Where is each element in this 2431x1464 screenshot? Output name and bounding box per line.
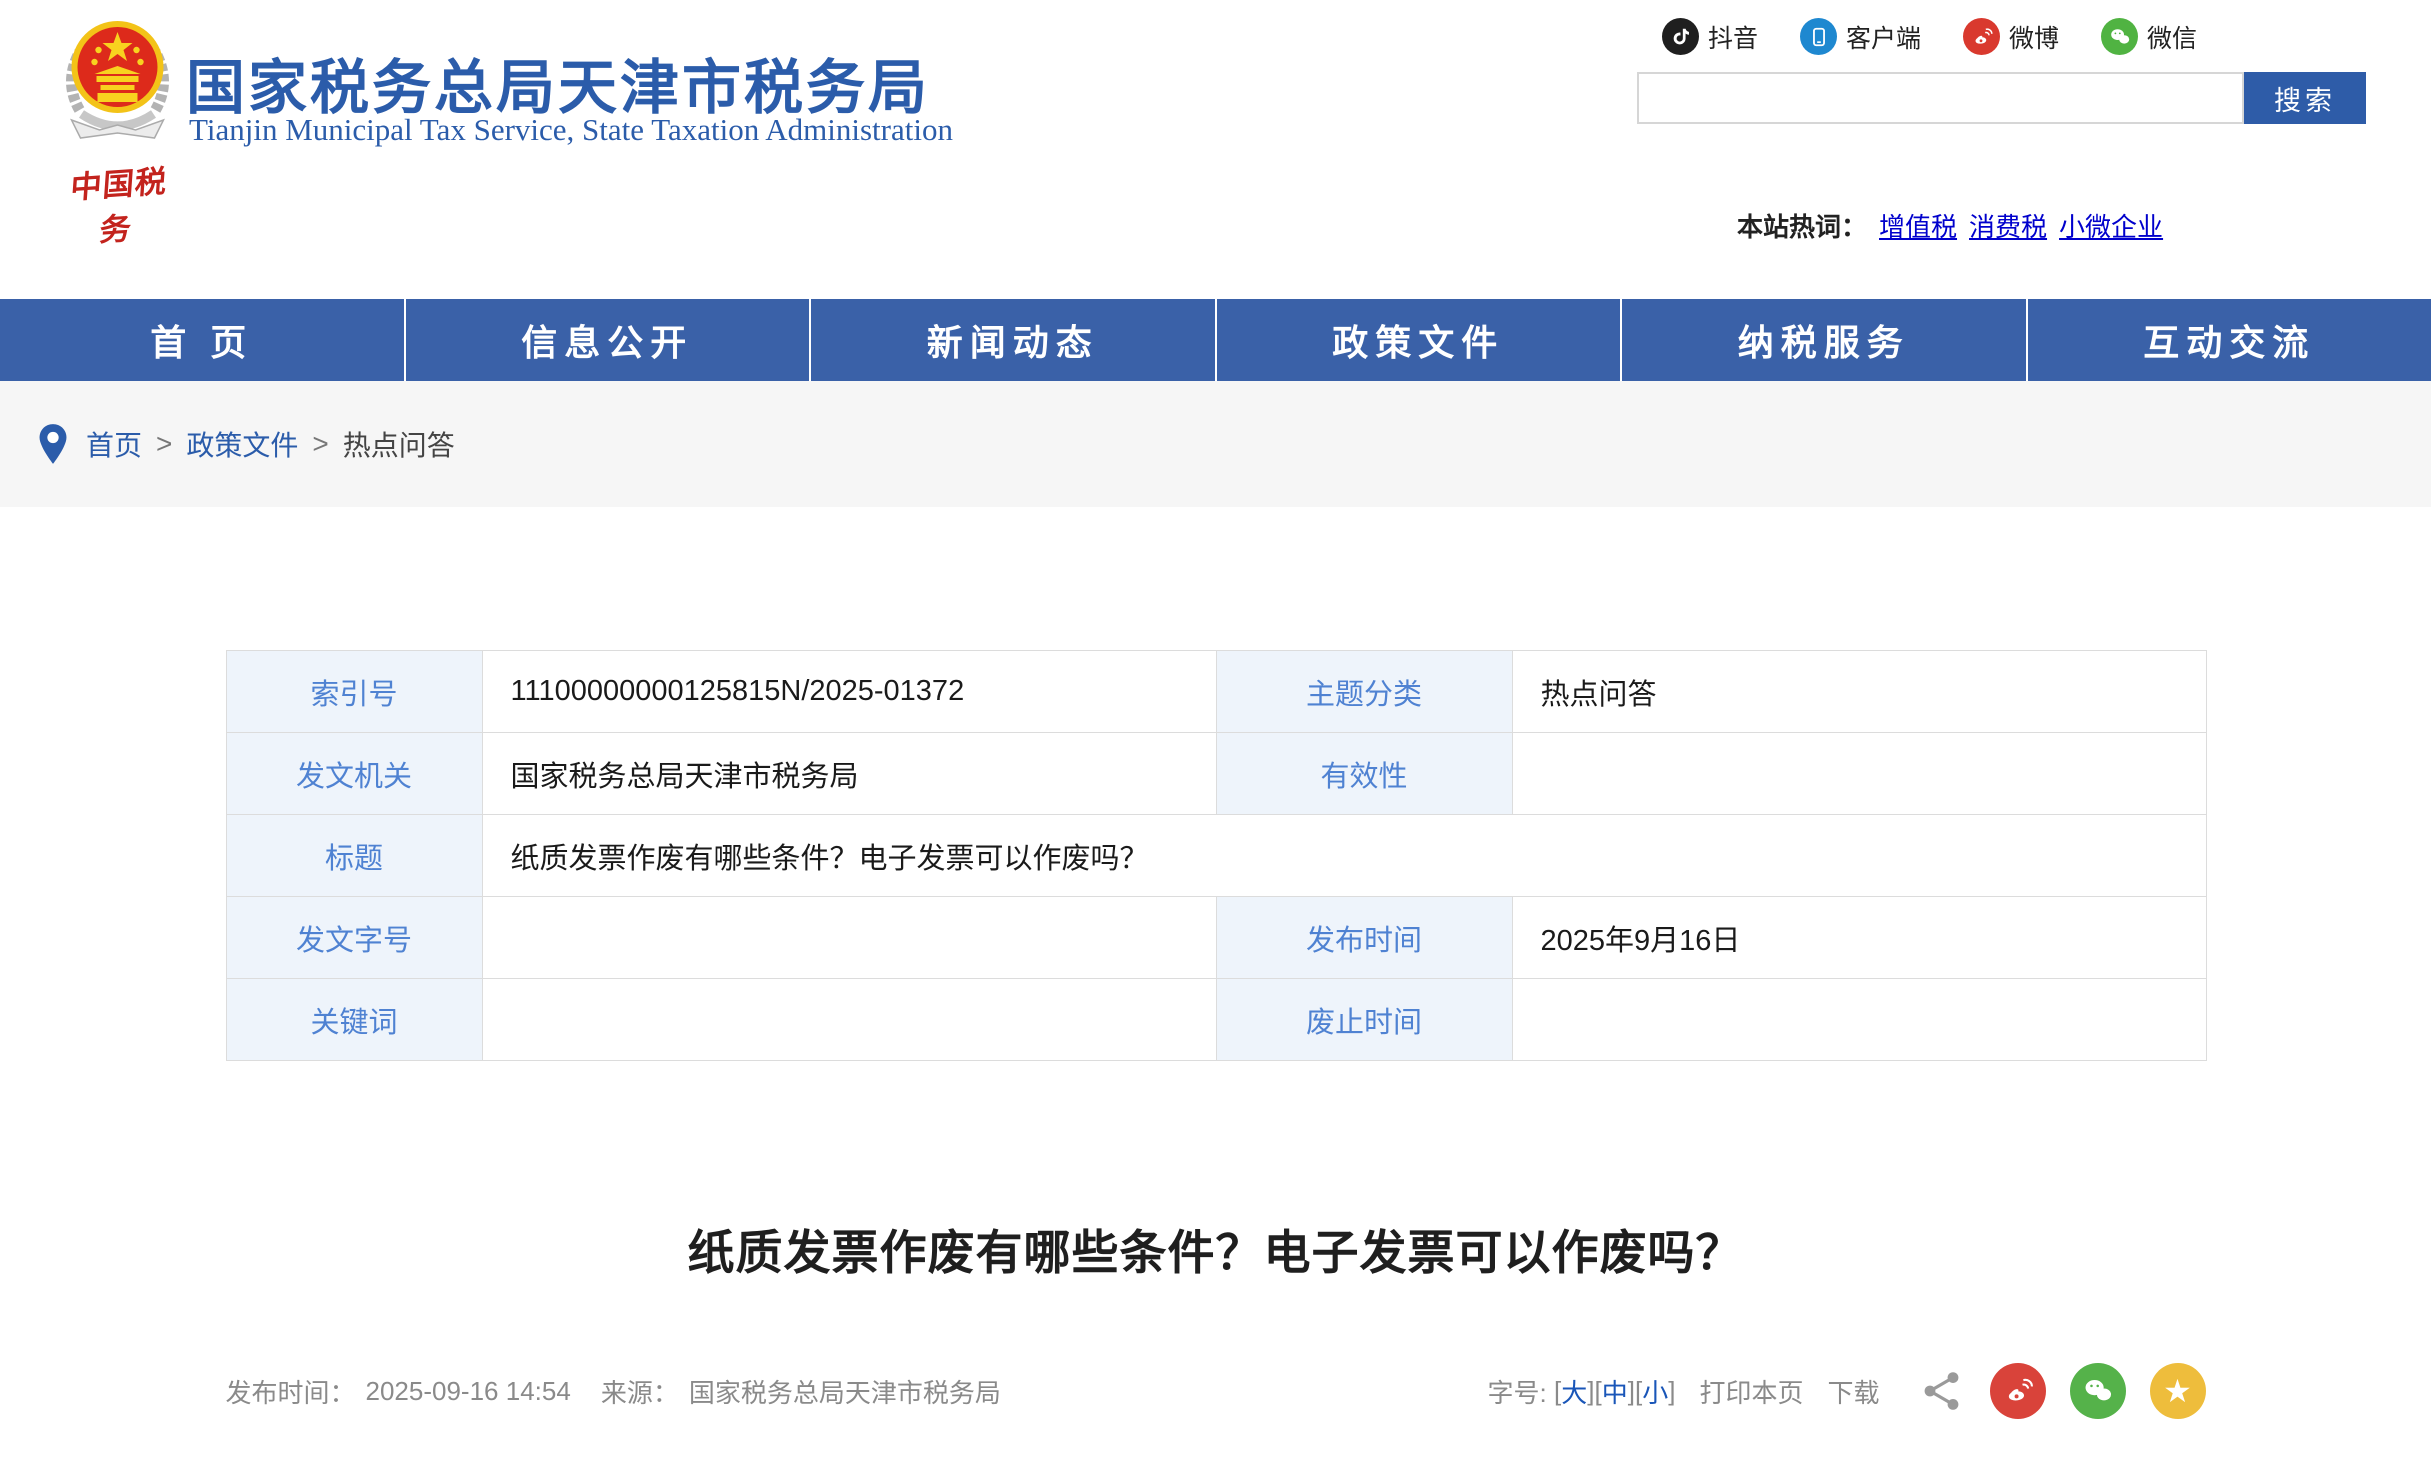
- fontsize-control: 字号: [大][中][小]: [1488, 1373, 1676, 1410]
- douyin-link[interactable]: 抖音: [1662, 18, 1758, 55]
- breadcrumb: 首页 > 政策文件 > 热点问答: [36, 422, 455, 466]
- repeal-date-label: 废止时间: [1216, 979, 1512, 1061]
- client-app-label: 客户端: [1846, 19, 1921, 55]
- bracket: ]: [1587, 1376, 1594, 1407]
- main-nav: 首 页 信息公开 新闻动态 政策文件 纳税服务 互动交流: [0, 299, 2431, 381]
- table-row: 关键词 废止时间: [226, 979, 2206, 1061]
- bracket: [: [1635, 1376, 1642, 1407]
- title-label: 标题: [226, 815, 482, 897]
- article-toolbar: 字号: [大][中][小] 打印本页 下载: [1488, 1363, 2206, 1419]
- source-label: 来源：: [601, 1373, 679, 1410]
- publish-time-value: 2025-09-16 14:54: [366, 1376, 571, 1407]
- weibo-icon: [1963, 18, 2000, 55]
- issuing-agency-value: 国家税务总局天津市税务局: [482, 733, 1216, 815]
- breadcrumb-policy[interactable]: 政策文件: [186, 424, 298, 464]
- issuing-agency-label: 发文机关: [226, 733, 482, 815]
- fontsize-small-button[interactable]: 小: [1642, 1373, 1668, 1410]
- weibo-label: 微博: [2009, 19, 2059, 55]
- document-info-table: 索引号 11100000000125815N/2025-01372 主题分类 热…: [226, 650, 2207, 1061]
- hotwords-bar: 本站热词： 增值税消费税小微企业: [1737, 207, 2163, 244]
- bracket: ]: [1668, 1376, 1675, 1407]
- title-value: 纸质发票作废有哪些条件？电子发票可以作废吗？: [482, 815, 2206, 897]
- douyin-label: 抖音: [1708, 19, 1758, 55]
- star-icon: ★: [2163, 1375, 2192, 1407]
- topic-category-value: 热点问答: [1512, 651, 2206, 733]
- breadcrumb-strip: 首页 > 政策文件 > 热点问答: [0, 381, 2431, 507]
- hotword-link-vat[interactable]: 增值税: [1879, 212, 1957, 242]
- wechat-label: 微信: [2147, 19, 2197, 55]
- document-number-value: [482, 897, 1216, 979]
- nav-item-interaction[interactable]: 互动交流: [2028, 299, 2431, 381]
- share-wechat-button[interactable]: [2070, 1363, 2126, 1419]
- document-number-label: 发文字号: [226, 897, 482, 979]
- nav-item-home[interactable]: 首 页: [0, 299, 406, 381]
- download-button[interactable]: 下载: [1827, 1373, 1879, 1410]
- weibo-icon: [2001, 1374, 2035, 1408]
- publish-date-label: 发布时间: [1216, 897, 1512, 979]
- breadcrumb-separator: >: [156, 428, 172, 460]
- article-title: 纸质发票作废有哪些条件？电子发票可以作废吗？: [226, 1214, 2206, 1283]
- hotwords-label: 本站热词：: [1737, 212, 1867, 242]
- bracket: [: [1595, 1376, 1602, 1407]
- site-subtitle: Tianjin Municipal Tax Service, State Tax…: [189, 112, 953, 148]
- source-value: 国家税务总局天津市税务局: [689, 1373, 1001, 1410]
- nav-item-tax-service[interactable]: 纳税服务: [1622, 299, 2028, 381]
- fontsize-label: 字号:: [1488, 1373, 1547, 1410]
- site-search: 搜索: [1637, 72, 2366, 124]
- douyin-icon: [1662, 18, 1699, 55]
- topic-category-label: 主题分类: [1216, 651, 1512, 733]
- index-number-label: 索引号: [226, 651, 482, 733]
- article-meta-left: 发布时间： 2025-09-16 14:54 来源： 国家税务总局天津市税务局: [226, 1373, 1001, 1410]
- tax-emblem-icon: [55, 12, 180, 152]
- nav-item-news[interactable]: 新闻动态: [811, 299, 1217, 381]
- site-logo: 中国税务: [55, 12, 180, 249]
- table-row: 发文机关 国家税务总局天津市税务局 有效性: [226, 733, 2206, 815]
- location-pin-icon: [36, 422, 70, 466]
- search-input[interactable]: [1637, 72, 2244, 124]
- breadcrumb-current: 热点问答: [343, 424, 455, 464]
- publish-time-label: 发布时间：: [226, 1373, 356, 1410]
- client-app-link[interactable]: 客户端: [1800, 18, 1921, 55]
- social-links: 抖音 客户端 微博 微信: [1662, 18, 2197, 55]
- fontsize-medium-button[interactable]: 中: [1602, 1373, 1628, 1410]
- validity-value: [1512, 733, 2206, 815]
- table-row: 标题 纸质发票作废有哪些条件？电子发票可以作废吗？: [226, 815, 2206, 897]
- main-content: 索引号 11100000000125815N/2025-01372 主题分类 热…: [226, 650, 2206, 1464]
- keywords-value: [482, 979, 1216, 1061]
- keywords-label: 关键词: [226, 979, 482, 1061]
- mobile-client-icon: [1800, 18, 1837, 55]
- weibo-link[interactable]: 微博: [1963, 18, 2059, 55]
- repeal-date-value: [1512, 979, 2206, 1061]
- publish-date-value: 2025年9月16日: [1512, 897, 2206, 979]
- wechat-link[interactable]: 微信: [2101, 18, 2197, 55]
- page-header: 中国税务 国家税务总局天津市税务局 Tianjin Municipal Tax …: [0, 0, 2431, 299]
- validity-label: 有效性: [1216, 733, 1512, 815]
- table-row: 索引号 11100000000125815N/2025-01372 主题分类 热…: [226, 651, 2206, 733]
- breadcrumb-home[interactable]: 首页: [86, 424, 142, 464]
- wechat-icon: [2081, 1374, 2115, 1408]
- breadcrumb-separator: >: [312, 428, 328, 460]
- share-icon[interactable]: [1918, 1367, 1966, 1415]
- hotword-link-small-business[interactable]: 小微企业: [2059, 212, 2163, 242]
- table-row: 发文字号 发布时间 2025年9月16日: [226, 897, 2206, 979]
- fontsize-large-button[interactable]: 大: [1561, 1373, 1587, 1410]
- index-number-value: 11100000000125815N/2025-01372: [482, 651, 1216, 733]
- share-weibo-button[interactable]: [1990, 1363, 2046, 1419]
- bracket: ]: [1628, 1376, 1635, 1407]
- emblem-script-text: 中国税务: [51, 155, 183, 254]
- print-page-button[interactable]: 打印本页: [1699, 1373, 1803, 1410]
- article-meta-bar: 发布时间： 2025-09-16 14:54 来源： 国家税务总局天津市税务局 字号…: [226, 1363, 2206, 1419]
- search-button[interactable]: 搜索: [2244, 72, 2366, 124]
- wechat-icon: [2101, 18, 2138, 55]
- share-qzone-button[interactable]: ★: [2150, 1363, 2206, 1419]
- nav-item-policy[interactable]: 政策文件: [1217, 299, 1623, 381]
- hotword-link-consumption-tax[interactable]: 消费税: [1969, 212, 2047, 242]
- nav-item-info-public[interactable]: 信息公开: [406, 299, 812, 381]
- bracket: [: [1554, 1376, 1561, 1407]
